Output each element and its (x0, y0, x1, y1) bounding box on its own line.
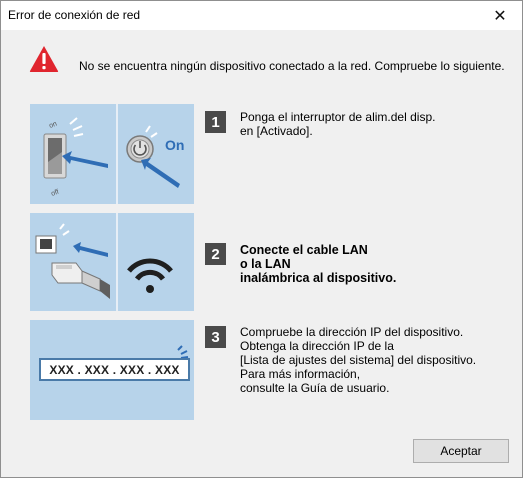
step-3-text: Compruebe la dirección IP del dispositiv… (240, 325, 477, 395)
signal-icon (177, 345, 189, 359)
step-3-number: 3 (205, 326, 226, 348)
power-button-icon: On (126, 125, 184, 188)
window-title: Error de conexión de red (8, 8, 141, 22)
close-button[interactable]: ✕ (478, 1, 522, 30)
dialog-window: Error de conexión de red ✕ No se encuent… (0, 0, 523, 478)
step-2-number: 2 (205, 243, 226, 265)
accept-button[interactable]: Aceptar (413, 439, 509, 463)
svg-text:On: On (165, 137, 184, 153)
dialog-content: No se encuentra ningún dispositivo conec… (1, 30, 522, 477)
step-3-illustration: XXX . XXX . XXX . XXX (30, 320, 194, 420)
step-1-text: Ponga el interruptor de alim.del disp. e… (240, 110, 436, 138)
step-2-text: Conecte el cable LAN o la LAN inalámbric… (240, 243, 397, 285)
warning-triangle-icon (29, 46, 59, 72)
lan-cable-icon (35, 223, 110, 299)
svg-text:on: on (48, 121, 58, 130)
svg-text:off: off (50, 189, 60, 198)
step-1-illustration: on off On (30, 104, 194, 204)
title-bar: Error de conexión de red ✕ (1, 1, 522, 30)
power-switch-icon: on off (43, 117, 108, 198)
step-2-illustration (30, 213, 194, 311)
error-message: No se encuentra ningún dispositivo conec… (79, 59, 505, 73)
close-icon: ✕ (493, 7, 507, 25)
step-1-number: 1 (205, 111, 226, 133)
ip-address-placeholder: XXX . XXX . XXX . XXX (39, 358, 190, 381)
wifi-icon (127, 258, 173, 293)
